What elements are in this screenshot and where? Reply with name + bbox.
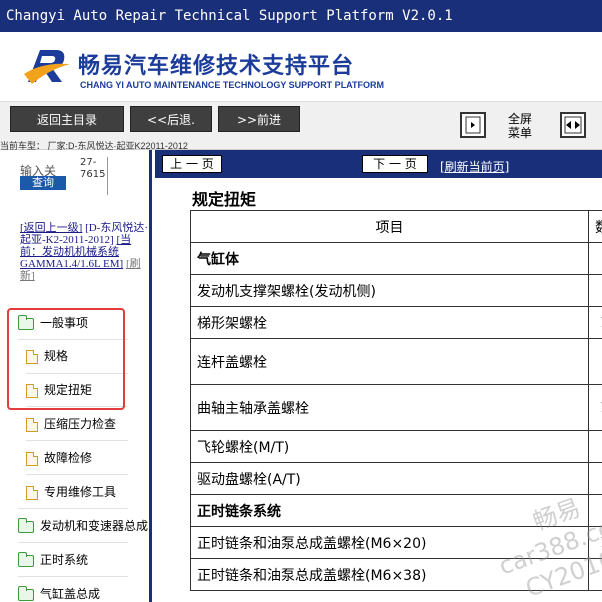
quantity-cell: 10: [588, 526, 602, 559]
collapse-panel-button[interactable]: [460, 112, 486, 138]
table-row: 飞轮螺栓(M/T)6: [190, 430, 602, 463]
breadcrumb-up-link[interactable]: [返回上一级]: [20, 222, 82, 234]
tree-item-compression-test[interactable]: 压缩压力检查: [26, 410, 116, 438]
content-area: 规定扭矩 项目 数量 气缸体发动机支撑架螺栓(发动机侧)4梯形架螺栓13连杆盖螺…: [172, 178, 602, 602]
forward-button[interactable]: >>前进: [218, 106, 300, 132]
table-category-row: 正时链条系统: [190, 494, 602, 527]
torque-table: 项目 数量 气缸体发动机支撑架螺栓(发动机侧)4梯形架螺栓13连杆盖螺栓8曲轴主…: [190, 210, 602, 591]
folder-icon: [18, 517, 34, 533]
quantity-cell: 6: [588, 462, 602, 495]
table-category-row: 气缸体: [190, 242, 602, 275]
breadcrumb: [返回上一级] [D-东风悦达·起亚-K2-2011-2012] [当前：发动机…: [20, 222, 148, 282]
window-title: Changyi Auto Repair Technical Support Pl…: [0, 0, 602, 32]
quantity-cell: 4: [588, 274, 602, 307]
item-cell: 正时链条和油泵总成盖螺栓(M6×20): [190, 526, 589, 559]
quantity-cell: 13: [588, 306, 602, 339]
table-row: 梯形架螺栓13: [190, 306, 602, 339]
document-icon: [26, 485, 38, 500]
column-header-item: 项目: [190, 210, 589, 243]
tree-item-label: 发动机和变速器总成: [40, 519, 149, 533]
next-page-button[interactable]: 下 一 页: [362, 155, 428, 173]
tree-item-cylinder-head[interactable]: 气缸盖总成: [18, 580, 100, 602]
item-cell: 发动机支撑架螺栓(发动机侧): [190, 274, 589, 307]
fullmenu-line1: 全屏: [507, 112, 532, 126]
banner: 畅易汽车维修技术支持平台 CHANG YI AUTO MAINTENANCE T…: [0, 32, 602, 102]
item-cell: 正时链条和油泵总成盖螺栓(M6×38): [190, 558, 589, 591]
category-label: 正时链条系统: [190, 494, 589, 527]
quantity-cell: 1: [588, 558, 602, 591]
table-row: 正时链条和油泵总成盖螺栓(M6×20)10: [190, 526, 602, 559]
fullscreen-menu-label[interactable]: 全屏 菜单: [500, 112, 540, 140]
table-row: 曲轴主轴承盖螺栓10: [190, 384, 602, 431]
item-cell: 曲轴主轴承盖螺栓: [190, 384, 589, 431]
tree-item-special-tools[interactable]: 专用维修工具: [26, 478, 116, 506]
folder-icon: [18, 585, 34, 601]
back-button[interactable]: <<后退.: [130, 106, 212, 132]
tree-item-label: 故障检修: [44, 451, 93, 465]
category-label: 气缸体: [190, 242, 589, 275]
folder-icon: [18, 551, 34, 567]
tree-item-troubleshooting[interactable]: 故障检修: [26, 444, 92, 472]
quantity-cell: [588, 242, 602, 275]
quantity-cell: 8: [588, 338, 602, 385]
code-line1: 27-: [80, 157, 97, 168]
tree-item-engine-transmission[interactable]: 发动机和变速器总成: [18, 512, 152, 540]
tree-item-label: 正时系统: [40, 553, 89, 567]
tree-item-timing-system[interactable]: 正时系统: [18, 546, 88, 574]
item-cell: 梯形架螺栓: [190, 306, 589, 339]
quantity-cell: 6: [588, 430, 602, 463]
panel-collapse-icon: [465, 116, 481, 134]
table-header-row: 项目 数量: [190, 210, 602, 243]
logo-icon: [24, 50, 70, 84]
panel-expand-icon: [564, 116, 582, 134]
document-icon: [26, 451, 38, 466]
query-button[interactable]: 查询: [20, 176, 66, 190]
tree-item-label: 专用维修工具: [44, 485, 117, 499]
item-cell: 驱动盘螺栓(A/T): [190, 462, 589, 495]
item-cell: 飞轮螺栓(M/T): [190, 430, 589, 463]
section-title: 规定扭矩: [192, 190, 257, 209]
code-display: 27- 7615: [80, 157, 108, 195]
table-row: 发动机支撑架螺栓(发动机侧)4: [190, 274, 602, 307]
table-row: 连杆盖螺栓8: [190, 338, 602, 385]
banner-subtitle: CHANG YI AUTO MAINTENANCE TECHNOLOGY SUP…: [80, 80, 385, 90]
previous-page-button[interactable]: 上 一 页: [162, 155, 222, 173]
home-button[interactable]: 返回主目录: [10, 106, 124, 132]
code-line2: 7615: [80, 169, 106, 180]
highlight-annotation: [7, 308, 125, 410]
torque-table-body: 气缸体发动机支撑架螺栓(发动机侧)4梯形架螺栓13连杆盖螺栓8曲轴主轴承盖螺栓1…: [190, 242, 602, 591]
table-row: 正时链条和油泵总成盖螺栓(M6×38)1: [190, 558, 602, 591]
tree-item-label: 气缸盖总成: [40, 587, 101, 601]
item-cell: 连杆盖螺栓: [190, 338, 589, 385]
table-row: 驱动盘螺栓(A/T)6: [190, 462, 602, 495]
quantity-cell: 10: [588, 384, 602, 431]
refresh-page-link[interactable]: [刷新当前页]: [440, 158, 509, 175]
banner-title: 畅易汽车维修技术支持平台: [78, 54, 355, 79]
quantity-cell: [588, 494, 602, 527]
document-icon: [26, 417, 38, 432]
column-header-quantity: 数量: [588, 210, 602, 243]
fullmenu-line2: 菜单: [507, 126, 532, 140]
expand-panel-button[interactable]: [560, 112, 586, 138]
tree-item-label: 压缩压力检查: [44, 417, 117, 431]
